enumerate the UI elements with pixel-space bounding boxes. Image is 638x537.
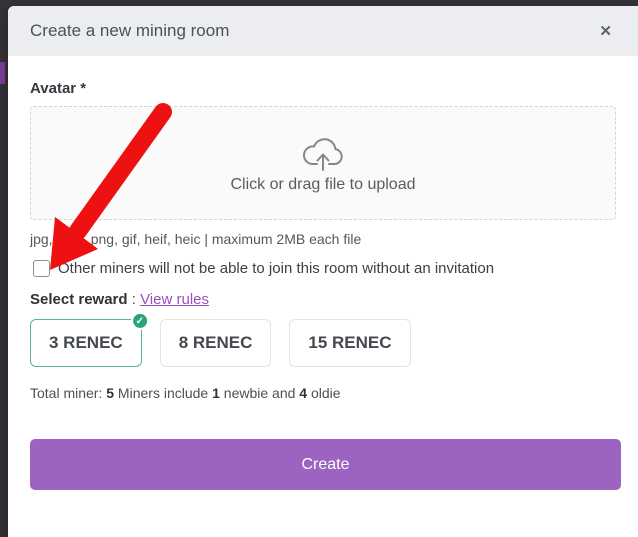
avatar-field-label: Avatar * — [30, 80, 616, 97]
reward-option-8-renec[interactable]: 8 RENEC — [160, 319, 272, 367]
reward-option-label: 3 RENEC — [49, 333, 123, 353]
summary-newbie-count: 1 — [212, 385, 220, 401]
modal-title: Create a new mining room — [30, 21, 229, 41]
reward-options-row: 3 RENEC ✓ 8 RENEC 15 RENEC — [30, 319, 616, 367]
summary-suffix: oldie — [307, 385, 340, 401]
summary-oldie-count: 4 — [299, 385, 307, 401]
reward-option-label: 8 RENEC — [179, 333, 253, 353]
selected-check-icon: ✓ — [131, 312, 149, 330]
create-mining-room-modal: Create a new mining room ✕ Avatar * Clic… — [8, 6, 638, 537]
background-page-fragment — [0, 62, 5, 84]
close-icon[interactable]: ✕ — [595, 20, 616, 43]
total-miner-summary: Total miner: 5 Miners include 1 newbie a… — [30, 385, 616, 401]
summary-prefix: Total miner: — [30, 385, 106, 401]
summary-total-count: 5 — [106, 385, 114, 401]
reward-option-15-renec[interactable]: 15 RENEC — [289, 319, 410, 367]
select-reward-line: Select reward : View rules — [30, 291, 616, 308]
summary-mid2: newbie and — [220, 385, 299, 401]
summary-mid1: Miners include — [114, 385, 212, 401]
create-button[interactable]: Create — [30, 439, 621, 490]
upload-instruction: Click or drag file to upload — [231, 176, 416, 194]
select-reward-label: Select reward — [30, 291, 128, 308]
modal-body: Avatar * Click or drag file to upload jp… — [8, 56, 638, 490]
select-reward-separator: : — [128, 291, 141, 308]
view-rules-link[interactable]: View rules — [140, 291, 209, 308]
cloud-upload-icon — [299, 132, 347, 172]
avatar-upload-dropzone[interactable]: Click or drag file to upload — [30, 106, 616, 220]
privacy-checkbox-label: Other miners will not be able to join th… — [58, 260, 494, 277]
modal-header: Create a new mining room ✕ — [8, 6, 638, 56]
upload-file-requirements: jpg, jpeg, png, gif, heif, heic | maximu… — [30, 231, 616, 247]
reward-option-label: 15 RENEC — [308, 333, 391, 353]
privacy-checkbox[interactable] — [33, 260, 50, 277]
privacy-option-row: Other miners will not be able to join th… — [30, 260, 616, 277]
reward-option-3-renec[interactable]: 3 RENEC ✓ — [30, 319, 142, 367]
